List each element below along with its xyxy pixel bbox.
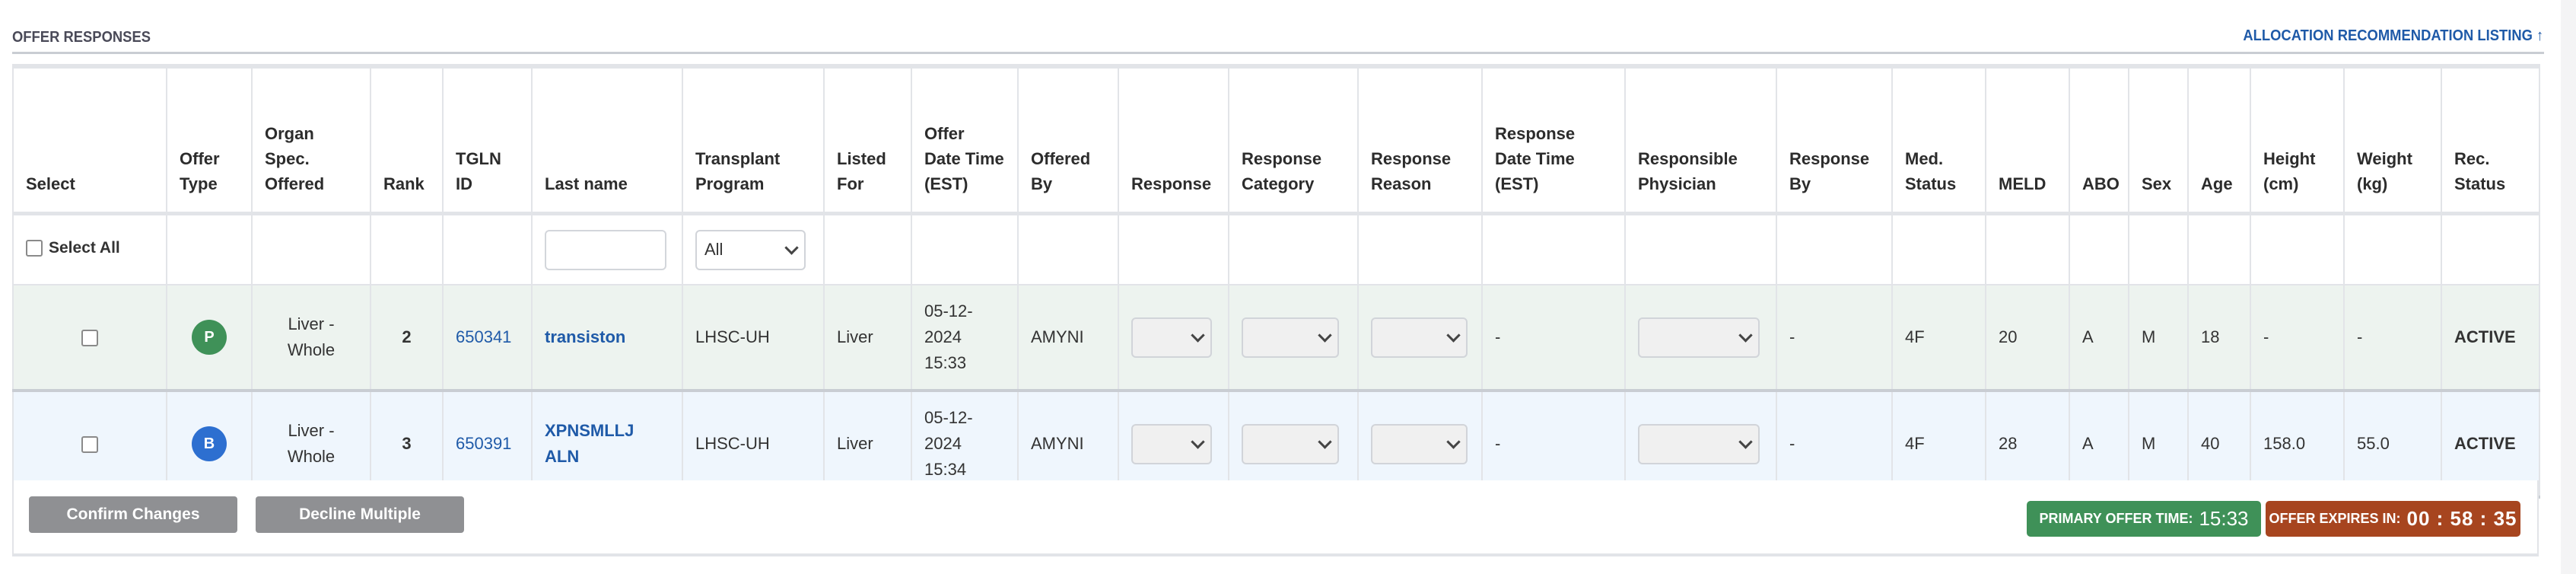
col-header-offered-by: Offered By bbox=[1017, 65, 1119, 215]
offer-type-badge-backup: B bbox=[192, 426, 227, 461]
select-all-label: Select All bbox=[49, 238, 120, 257]
offered-by-cell: AMYNI bbox=[1017, 284, 1119, 391]
response-select[interactable] bbox=[1131, 317, 1212, 358]
col-header-abo: ABO bbox=[2069, 65, 2129, 215]
table-header-row: Select Offer Type Organ Spec. Offered Ra… bbox=[12, 65, 2540, 215]
listed-for-cell: Liver bbox=[823, 284, 912, 391]
offer-date-time: 05-12- 2024 15:33 bbox=[924, 301, 973, 372]
confirm-changes-button[interactable]: Confirm Changes bbox=[29, 496, 237, 533]
col-header-response-by: Response By bbox=[1776, 65, 1893, 215]
age-cell: 18 bbox=[2187, 284, 2251, 391]
col-header-meld: MELD bbox=[1985, 65, 2070, 215]
col-header-response-reason: Response Reason bbox=[1357, 65, 1483, 215]
chevron-down-icon bbox=[1738, 327, 1753, 343]
col-header-med-status: Med. Status bbox=[1891, 65, 1986, 215]
allocation-link-label: ALLOCATION RECOMMENDATION LISTING bbox=[2243, 27, 2533, 44]
col-header-offer-type: Offer Type bbox=[166, 65, 253, 215]
decline-multiple-button[interactable]: Decline Multiple bbox=[256, 496, 464, 533]
abo-cell: A bbox=[2069, 284, 2129, 391]
response-reason-select[interactable] bbox=[1371, 317, 1468, 358]
filter-row: Select All All bbox=[12, 212, 2540, 285]
col-header-listed-for: Listed For bbox=[823, 65, 912, 215]
meld-cell: 20 bbox=[1985, 284, 2070, 391]
page-scrollbar[interactable] bbox=[2561, 0, 2576, 574]
response-by-cell: - bbox=[1776, 284, 1893, 391]
col-header-rec-status: Rec. Status bbox=[2441, 65, 2540, 215]
chevron-down-icon bbox=[1446, 327, 1461, 343]
chevron-down-icon bbox=[1191, 327, 1205, 343]
primary-offer-time-label: PRIMARY OFFER TIME: bbox=[2039, 511, 2193, 526]
chevron-down-icon bbox=[1191, 434, 1205, 449]
col-header-select: Select bbox=[12, 65, 167, 215]
rec-status-cell: ACTIVE bbox=[2441, 284, 2540, 391]
response-date-time-cell: - bbox=[1481, 284, 1626, 391]
col-header-weight: Weight (kg) bbox=[2343, 65, 2442, 215]
col-header-tgln-id: TGLN ID bbox=[442, 65, 533, 215]
weight-cell: - bbox=[2343, 284, 2442, 391]
col-header-organ: Organ Spec. Offered bbox=[251, 65, 371, 215]
row-select-checkbox[interactable] bbox=[81, 436, 98, 454]
col-header-age: Age bbox=[2187, 65, 2251, 215]
height-cell: - bbox=[2250, 284, 2345, 391]
col-header-response: Response bbox=[1118, 65, 1229, 215]
sex-cell: M bbox=[2128, 284, 2189, 391]
last-name-link[interactable]: XPNSMLLJ ALN bbox=[545, 421, 634, 466]
col-header-transplant-program: Transplant Program bbox=[682, 65, 825, 215]
allocation-recommendation-listing-link[interactable]: ALLOCATION RECOMMENDATION LISTING ↑ bbox=[2243, 27, 2543, 45]
chevron-down-icon bbox=[784, 240, 799, 255]
offer-expires-label: OFFER EXPIRES IN: bbox=[2269, 511, 2401, 526]
responsible-physician-select[interactable] bbox=[1638, 317, 1760, 358]
col-header-rank: Rank bbox=[370, 65, 444, 215]
last-name-link[interactable]: transiston bbox=[545, 327, 625, 346]
organ-offered: Liver - Whole bbox=[287, 314, 336, 359]
col-header-last-name: Last name bbox=[531, 65, 683, 215]
primary-offer-time-value: 15:33 bbox=[2199, 507, 2249, 530]
organ-offered: Liver - Whole bbox=[287, 421, 336, 466]
last-name-filter-input[interactable] bbox=[545, 229, 666, 270]
offer-date-time: 05-12- 2024 15:34 bbox=[924, 408, 973, 479]
table-row: P Liver - Whole 2 650341 transiston LHSC-… bbox=[12, 284, 2540, 391]
chevron-down-icon bbox=[1738, 434, 1753, 449]
select-all-checkbox[interactable]: Select All bbox=[26, 239, 120, 257]
response-select[interactable] bbox=[1131, 423, 1212, 464]
offer-responses-table: Select Offer Type Organ Spec. Offered Ra… bbox=[12, 64, 2540, 499]
table-footer: Confirm Changes Decline Multiple PRIMARY… bbox=[12, 480, 2539, 556]
responsible-physician-select[interactable] bbox=[1638, 423, 1760, 464]
response-category-select[interactable] bbox=[1242, 423, 1339, 464]
col-header-offer-date-time: Offer Date Time (EST) bbox=[911, 65, 1019, 215]
response-category-select[interactable] bbox=[1242, 317, 1339, 358]
col-header-responsible-physician: Responsible Physician bbox=[1624, 65, 1777, 215]
primary-offer-time-badge: PRIMARY OFFER TIME: 15:33 bbox=[2027, 501, 2261, 537]
col-header-response-date-time: Response Date Time (EST) bbox=[1481, 65, 1626, 215]
chevron-down-icon bbox=[1318, 327, 1332, 343]
section-divider bbox=[12, 52, 2544, 54]
col-header-sex: Sex bbox=[2128, 65, 2189, 215]
transplant-program-filter-select[interactable]: All bbox=[695, 229, 806, 270]
tgln-id-link[interactable]: 650341 bbox=[456, 327, 511, 346]
offer-expires-countdown: 00 : 58 : 35 bbox=[2406, 507, 2517, 530]
response-reason-select[interactable] bbox=[1371, 423, 1468, 464]
arrow-up-icon: ↑ bbox=[2536, 27, 2543, 44]
chevron-down-icon bbox=[1446, 434, 1461, 449]
rank-cell: 2 bbox=[370, 284, 444, 391]
row-select-checkbox[interactable] bbox=[81, 330, 98, 347]
chevron-down-icon bbox=[1318, 434, 1332, 449]
select-all-box[interactable] bbox=[26, 239, 43, 257]
transplant-program-cell: LHSC-UH bbox=[682, 284, 825, 391]
col-header-height: Height (cm) bbox=[2250, 65, 2345, 215]
offer-type-badge-primary: P bbox=[192, 320, 227, 355]
col-header-response-category: Response Category bbox=[1228, 65, 1359, 215]
offer-expires-badge: OFFER EXPIRES IN: 00 : 58 : 35 bbox=[2266, 501, 2520, 537]
tgln-id-link[interactable]: 650391 bbox=[456, 434, 511, 453]
med-status-cell: 4F bbox=[1891, 284, 1986, 391]
section-title: OFFER RESPONSES bbox=[12, 29, 151, 46]
transplant-program-filter-value: All bbox=[704, 240, 724, 259]
